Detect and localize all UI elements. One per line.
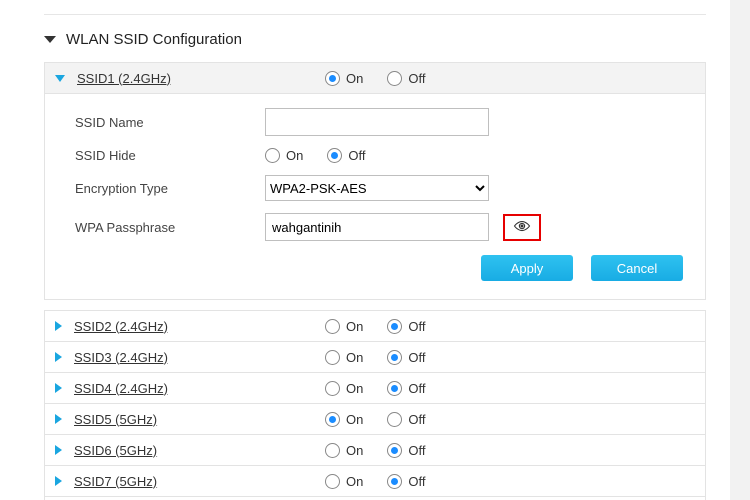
ssid-row[interactable]: SSID7 (5GHz) On Off <box>44 466 706 497</box>
section-title: WLAN SSID Configuration <box>44 31 706 48</box>
chevron-right-icon <box>55 321 62 331</box>
ssid-hide-on-radio[interactable]: On <box>265 148 303 163</box>
section-title-text: WLAN SSID Configuration <box>66 31 242 48</box>
cancel-button[interactable]: Cancel <box>591 255 683 281</box>
ssid-link[interactable]: SSID2 (2.4GHz) <box>74 319 168 334</box>
chevron-right-icon <box>55 383 62 393</box>
ssid-hide-off-radio[interactable]: Off <box>327 148 365 163</box>
ssid-on-radio[interactable]: On <box>325 350 363 365</box>
ssid-link-ssid1[interactable]: SSID1 (2.4GHz) <box>77 71 171 86</box>
ssid-link[interactable]: SSID5 (5GHz) <box>74 412 157 427</box>
chevron-down-icon <box>44 36 56 43</box>
apply-button[interactable]: Apply <box>481 255 573 281</box>
wpa-passphrase-label: WPA Passphrase <box>75 220 265 235</box>
eye-icon[interactable] <box>513 220 531 232</box>
ssid1-detail-panel: SSID Name SSID Hide On Off Encryption Ty… <box>44 94 706 300</box>
chevron-right-icon <box>55 476 62 486</box>
highlight-box <box>503 214 541 241</box>
ssid-row[interactable]: SSID5 (5GHz) On Off <box>44 404 706 435</box>
ssid-link[interactable]: SSID6 (5GHz) <box>74 443 157 458</box>
ssid-on-radio[interactable]: On <box>325 474 363 489</box>
ssid-off-radio[interactable]: Off <box>387 381 425 396</box>
ssid-off-radio[interactable]: Off <box>387 319 425 334</box>
ssid1-header[interactable]: SSID1 (2.4GHz) On Off <box>44 62 706 94</box>
ssid-on-radio[interactable]: On <box>325 381 363 396</box>
encryption-type-select[interactable]: WPA2-PSK-AES <box>265 175 489 201</box>
chevron-right-icon <box>55 445 62 455</box>
ssid-off-radio[interactable]: Off <box>387 474 425 489</box>
ssid-off-radio[interactable]: Off <box>387 350 425 365</box>
ssid-link[interactable]: SSID3 (2.4GHz) <box>74 350 168 365</box>
ssid-hide-label: SSID Hide <box>75 148 265 163</box>
ssid-row[interactable]: SSID4 (2.4GHz) On Off <box>44 373 706 404</box>
divider <box>44 14 706 15</box>
ssid-link[interactable]: SSID4 (2.4GHz) <box>74 381 168 396</box>
ssid-on-radio[interactable]: On <box>325 443 363 458</box>
chevron-right-icon <box>55 414 62 424</box>
ssid1-onoff-group: On Off <box>325 71 695 86</box>
ssid1-on-radio[interactable]: On <box>325 71 363 86</box>
ssid-link[interactable]: SSID7 (5GHz) <box>74 474 157 489</box>
ssid-name-label: SSID Name <box>75 115 265 130</box>
ssid-off-radio[interactable]: Off <box>387 443 425 458</box>
ssid-on-radio[interactable]: On <box>325 412 363 427</box>
encryption-type-label: Encryption Type <box>75 181 265 196</box>
ssid-name-input[interactable] <box>265 108 489 136</box>
chevron-right-icon <box>55 352 62 362</box>
ssid-row[interactable]: SSID3 (2.4GHz) On Off <box>44 342 706 373</box>
ssid-row[interactable]: SSID6 (5GHz) On Off <box>44 435 706 466</box>
chevron-down-icon <box>55 75 65 82</box>
ssid1-off-radio[interactable]: Off <box>387 71 425 86</box>
ssid-off-radio[interactable]: Off <box>387 412 425 427</box>
wpa-passphrase-input[interactable] <box>265 213 489 241</box>
ssid-on-radio[interactable]: On <box>325 319 363 334</box>
ssid-row[interactable]: SSID2 (2.4GHz) On Off <box>44 310 706 342</box>
